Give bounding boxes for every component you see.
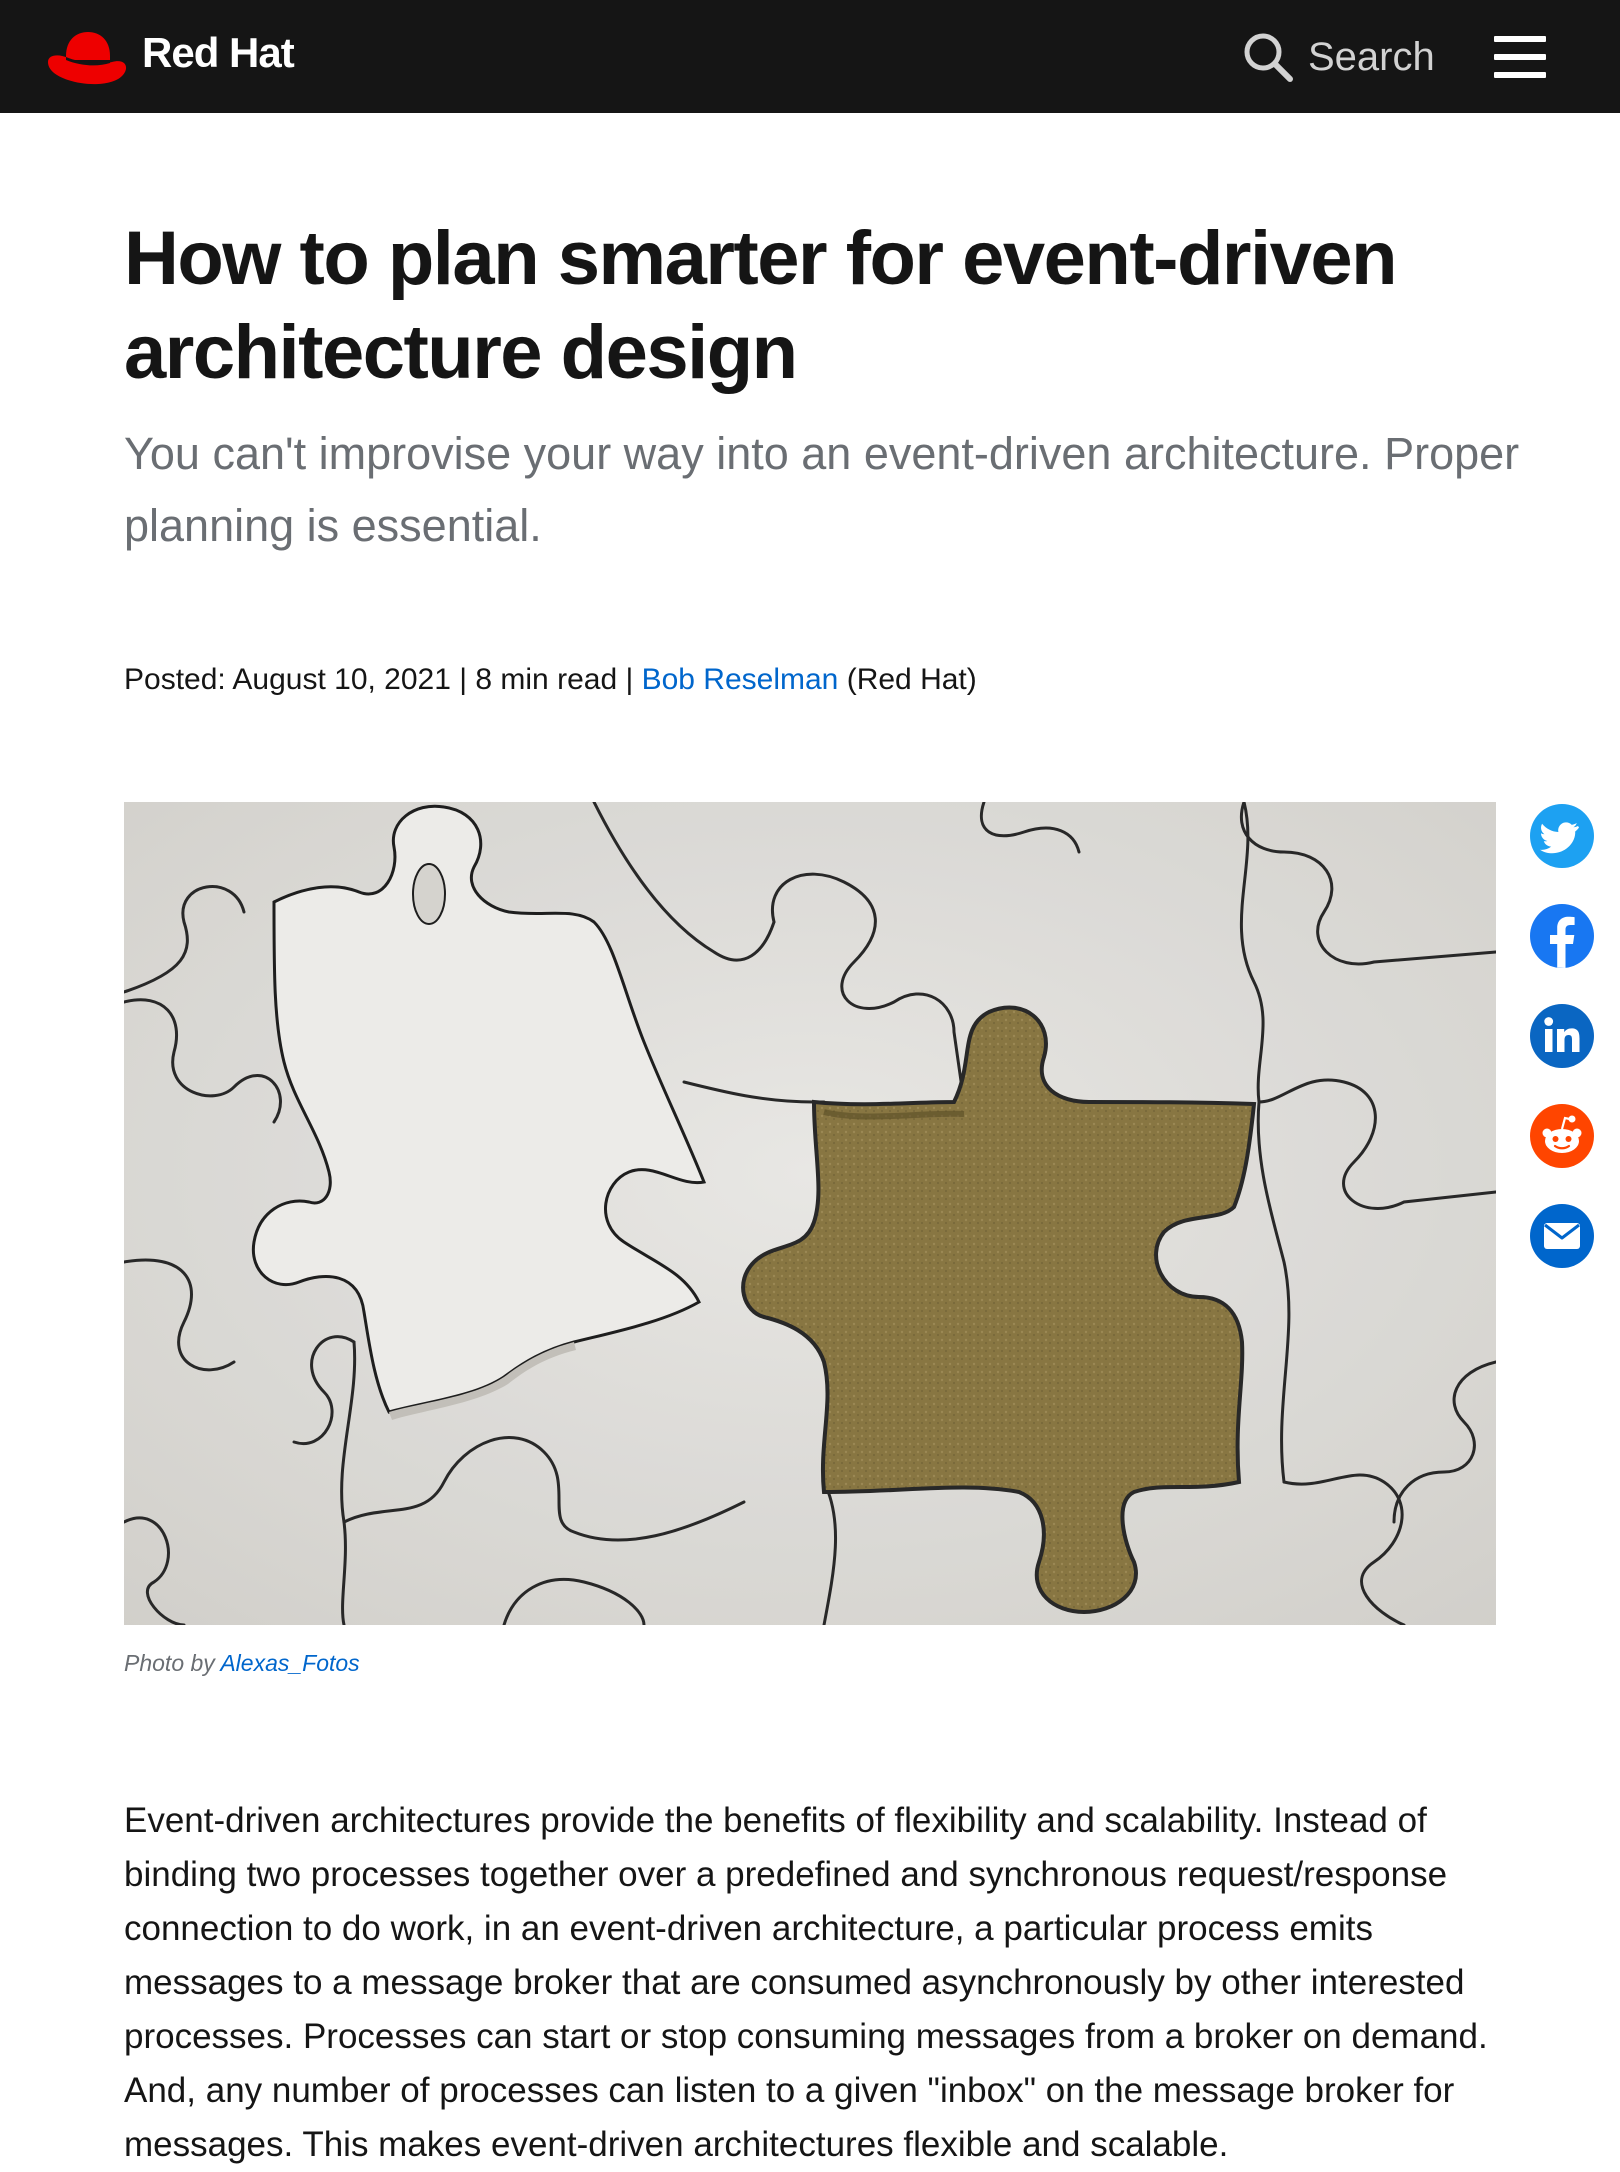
caption-prefix: Photo by bbox=[124, 1650, 221, 1676]
facebook-icon bbox=[1530, 904, 1594, 968]
site-header: Red Hat Search bbox=[0, 0, 1620, 113]
post-date-readtime: Posted: August 10, 2021 | 8 min read | bbox=[124, 663, 642, 696]
search-label: Search bbox=[1308, 34, 1435, 79]
share-linkedin-button[interactable] bbox=[1530, 1004, 1594, 1068]
share-facebook-button[interactable] bbox=[1530, 904, 1594, 968]
author-link[interactable]: Bob Reselman bbox=[642, 663, 839, 696]
share-email-button[interactable] bbox=[1530, 1204, 1594, 1268]
menu-hamburger-icon[interactable] bbox=[1494, 36, 1546, 78]
twitter-icon bbox=[1530, 804, 1594, 868]
red-hat-logo-icon bbox=[48, 32, 127, 85]
article-subtitle: You can't improvise your way into an eve… bbox=[124, 428, 1520, 551]
article-paragraph: Event-driven architectures provide the b… bbox=[124, 1801, 1488, 2164]
search-icon bbox=[1244, 33, 1293, 82]
share-rail bbox=[1530, 804, 1596, 1304]
image-caption: Photo by Alexas_Fotos bbox=[124, 1650, 360, 1677]
article-meta: Posted: August 10, 2021 | 8 min read | B… bbox=[124, 660, 977, 700]
share-reddit-button[interactable] bbox=[1530, 1104, 1594, 1168]
author-affiliation: (Red Hat) bbox=[838, 663, 977, 696]
linkedin-icon bbox=[1530, 1004, 1594, 1068]
red-hat-logo[interactable]: Red Hat bbox=[46, 26, 295, 88]
email-icon bbox=[1530, 1204, 1594, 1268]
article-title: How to plan smarter for event-driven arc… bbox=[124, 216, 1398, 395]
reddit-icon bbox=[1530, 1104, 1594, 1168]
search-button[interactable]: Search bbox=[1242, 28, 1435, 86]
hero-image bbox=[124, 802, 1496, 1625]
photographer-link[interactable]: Alexas_Fotos bbox=[220, 1650, 359, 1676]
brand-name: Red Hat bbox=[142, 29, 295, 76]
share-twitter-button[interactable] bbox=[1530, 804, 1594, 868]
